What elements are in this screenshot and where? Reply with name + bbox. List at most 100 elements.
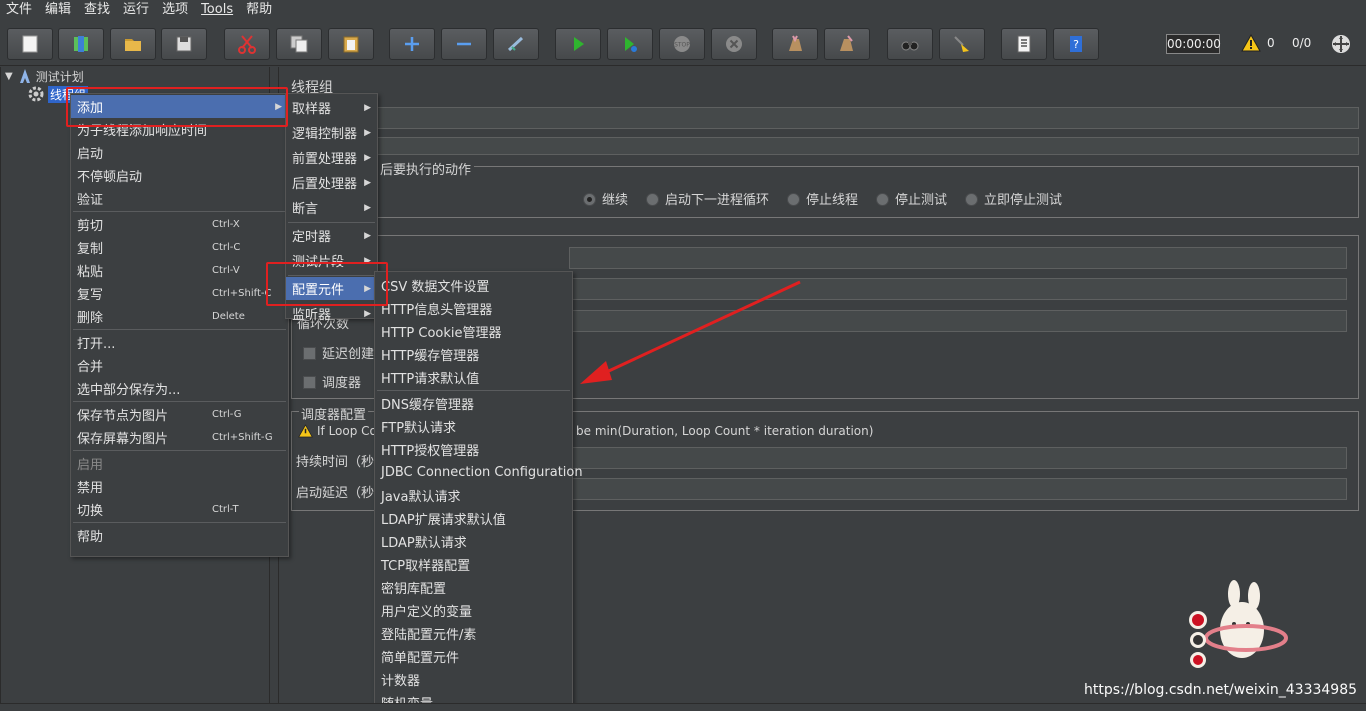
startup-delay-field[interactable] bbox=[569, 478, 1347, 500]
clear-button[interactable] bbox=[772, 28, 818, 60]
name-field[interactable] bbox=[291, 107, 1359, 129]
add-menu-item-0[interactable]: 取样器 ▶ bbox=[286, 96, 377, 119]
add-menu-item-5[interactable]: 定时器 ▶ bbox=[286, 224, 377, 247]
function-helper-button[interactable] bbox=[1001, 28, 1047, 60]
start-no-pause-button[interactable] bbox=[607, 28, 653, 60]
radio-continue[interactable]: 继续 bbox=[583, 189, 628, 208]
context-menu-item-14[interactable]: 保存屏幕为图片 Ctrl+Shift-G bbox=[71, 426, 288, 449]
menu-item-label: LDAP扩展请求默认值 bbox=[381, 513, 506, 528]
radio-label: 立即停止测试 bbox=[984, 193, 1063, 208]
config-menu-item-13[interactable]: 密钥库配置 bbox=[375, 576, 572, 599]
context-menu-item-13[interactable]: 保存节点为图片 Ctrl-G bbox=[71, 403, 288, 426]
menu-run[interactable]: 运行 bbox=[117, 0, 156, 20]
add-menu-item-3[interactable]: 后置处理器 ▶ bbox=[286, 171, 377, 194]
context-menu-item-6[interactable]: 复制 Ctrl-C bbox=[71, 236, 288, 259]
checkbox-icon bbox=[303, 376, 316, 389]
menu-tools[interactable]: Tools bbox=[195, 0, 240, 20]
radio-start-next-loop[interactable]: 启动下一进程循环 bbox=[646, 189, 769, 208]
context-menu-item-2[interactable]: 启动 bbox=[71, 141, 288, 164]
config-menu-item-16[interactable]: 简单配置元件 bbox=[375, 645, 572, 668]
tree-item-test-plan[interactable]: ▼ 测试计划 bbox=[5, 67, 84, 85]
clear-all-button[interactable] bbox=[824, 28, 870, 60]
expand-button[interactable] bbox=[389, 28, 435, 60]
cut-button[interactable] bbox=[224, 28, 270, 60]
config-menu-item-3[interactable]: HTTP缓存管理器 bbox=[375, 343, 572, 366]
collapse-button[interactable] bbox=[441, 28, 487, 60]
delay-thread-checkbox[interactable]: 延迟创建 bbox=[303, 343, 374, 362]
radio-stop-thread[interactable]: 停止线程 bbox=[787, 189, 858, 208]
search-button[interactable] bbox=[887, 28, 933, 60]
remote-engine-icon[interactable] bbox=[1330, 33, 1352, 55]
menu-item-label: HTTP缓存管理器 bbox=[381, 349, 480, 364]
save-button[interactable] bbox=[161, 28, 207, 60]
menu-item-shortcut: Delete bbox=[212, 311, 245, 322]
menu-edit[interactable]: 编辑 bbox=[39, 0, 78, 20]
radio-label: 停止线程 bbox=[806, 193, 859, 208]
add-menu-item-1[interactable]: 逻辑控制器 ▶ bbox=[286, 121, 377, 144]
config-menu-item-7[interactable]: HTTP授权管理器 bbox=[375, 438, 572, 461]
add-menu-item-2[interactable]: 前置处理器 ▶ bbox=[286, 146, 377, 169]
help-button[interactable]: ? bbox=[1053, 28, 1099, 60]
context-menu-item-17[interactable]: 切换 Ctrl-T bbox=[71, 498, 288, 521]
context-menu-item-8[interactable]: 复写 Ctrl+Shift-C bbox=[71, 282, 288, 305]
duration-field[interactable] bbox=[569, 447, 1347, 469]
menu-item-label: 删除 bbox=[77, 311, 104, 326]
config-menu-item-15[interactable]: 登陆配置元件/素 bbox=[375, 622, 572, 645]
context-menu-item-3[interactable]: 不停顿启动 bbox=[71, 164, 288, 187]
warning-icon[interactable] bbox=[1241, 34, 1261, 52]
scheduler-checkbox[interactable]: 调度器 bbox=[303, 372, 361, 391]
config-menu-item-4[interactable]: HTTP请求默认值 bbox=[375, 366, 572, 389]
menu-file[interactable]: 文件 bbox=[0, 0, 39, 20]
context-menu-item-11[interactable]: 合并 bbox=[71, 354, 288, 377]
config-menu-item-9[interactable]: Java默认请求 bbox=[375, 484, 572, 507]
expand-arrow-icon[interactable]: ▼ bbox=[5, 71, 13, 82]
reset-search-button[interactable] bbox=[939, 28, 985, 60]
config-menu-item-1[interactable]: HTTP信息头管理器 bbox=[375, 297, 572, 320]
context-menu-item-7[interactable]: 粘贴 Ctrl-V bbox=[71, 259, 288, 282]
start-button[interactable] bbox=[555, 28, 601, 60]
add-menu-item-4[interactable]: 断言 ▶ bbox=[286, 196, 377, 219]
reset-search-icon bbox=[954, 36, 969, 52]
config-menu-item-8[interactable]: JDBC Connection Configuration bbox=[375, 461, 583, 484]
comment-field[interactable] bbox=[291, 137, 1359, 155]
menu-search[interactable]: 查找 bbox=[78, 0, 117, 20]
new-button[interactable] bbox=[7, 28, 53, 60]
context-menu-item-4[interactable]: 验证 bbox=[71, 187, 288, 210]
radio-label: 启动下一进程循环 bbox=[665, 193, 770, 208]
num-threads-field[interactable] bbox=[569, 247, 1347, 269]
templates-button[interactable] bbox=[58, 28, 104, 60]
config-menu-item-5[interactable]: DNS缓存管理器 bbox=[375, 392, 572, 415]
config-menu-item-11[interactable]: LDAP默认请求 bbox=[375, 530, 572, 553]
menu-item-shortcut: Ctrl-T bbox=[212, 504, 239, 515]
config-menu-item-17[interactable]: 计数器 bbox=[375, 668, 572, 691]
menu-item-label: 剪切 bbox=[77, 219, 104, 234]
config-menu-item-10[interactable]: LDAP扩展请求默认值 bbox=[375, 507, 572, 530]
context-menu-item-16[interactable]: 禁用 bbox=[71, 475, 288, 498]
context-menu-item-9[interactable]: 删除 Delete bbox=[71, 305, 288, 328]
copy-button[interactable] bbox=[276, 28, 322, 60]
config-menu-item-12[interactable]: TCP取样器配置 bbox=[375, 553, 572, 576]
menu-item-label: 计数器 bbox=[381, 674, 421, 689]
menu-item-label: 复写 bbox=[77, 288, 104, 303]
config-menu-item-0[interactable]: CSV 数据文件设置 bbox=[375, 274, 572, 297]
context-menu-item-15[interactable]: 启用 bbox=[71, 452, 288, 475]
open-button[interactable] bbox=[110, 28, 156, 60]
menu-separator bbox=[73, 522, 286, 523]
elapsed-timer: 00:00:00 bbox=[1166, 34, 1221, 54]
context-menu-item-5[interactable]: 剪切 Ctrl-X bbox=[71, 213, 288, 236]
context-menu-item-12[interactable]: 选中部分保存为... bbox=[71, 377, 288, 400]
config-menu-item-14[interactable]: 用户定义的变量 bbox=[375, 599, 572, 622]
config-menu-item-2[interactable]: HTTP Cookie管理器 bbox=[375, 320, 572, 343]
config-menu-item-6[interactable]: FTP默认请求 bbox=[375, 415, 572, 438]
context-menu-item-18[interactable]: 帮助 bbox=[71, 524, 288, 547]
radio-stop-test-now[interactable]: 立即停止测试 bbox=[965, 189, 1062, 208]
toggle-button[interactable] bbox=[493, 28, 539, 60]
stop-button[interactable]: STOP bbox=[659, 28, 705, 60]
menu-help[interactable]: 帮助 bbox=[240, 0, 279, 20]
context-menu-item-10[interactable]: 打开... bbox=[71, 331, 288, 354]
radio-stop-test[interactable]: 停止测试 bbox=[876, 189, 947, 208]
paste-button[interactable] bbox=[328, 28, 374, 60]
shutdown-button[interactable] bbox=[711, 28, 757, 60]
menu-item-label: 保存屏幕为图片 bbox=[77, 432, 169, 447]
menu-options[interactable]: 选项 bbox=[156, 0, 195, 20]
